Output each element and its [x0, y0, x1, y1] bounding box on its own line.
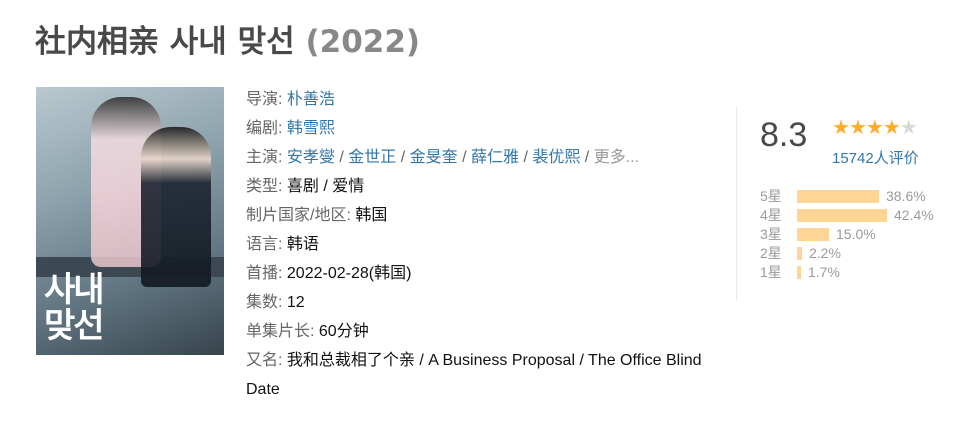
- rating-percent: 15.0%: [836, 226, 876, 242]
- language-label: 语言:: [246, 236, 283, 253]
- rating-stars: ★★★★★: [832, 117, 918, 139]
- cast-row: 主演: 安孝燮 / 金世正 / 金旻奎 / 薛仁雅 / 裴优熙 / 更多...: [246, 143, 706, 172]
- writer-row: 编剧: 韩雪熙: [246, 114, 706, 143]
- rating-level-label: 4星: [760, 207, 782, 223]
- rating-distribution-row: 3星 15.0%: [760, 225, 960, 244]
- cast-separator: /: [519, 149, 533, 166]
- aka-row: 又名: 我和总裁相了个亲 / A Business Proposal / The…: [246, 346, 706, 404]
- writer-link[interactable]: 韩雪熙: [287, 120, 335, 137]
- rating-percent: 1.7%: [808, 264, 840, 280]
- cast-link[interactable]: 薛仁雅: [471, 149, 519, 166]
- runtime-label: 单集片长:: [246, 323, 315, 340]
- cast-more-link[interactable]: 更多...: [594, 149, 639, 166]
- episodes-label: 集数:: [246, 294, 283, 311]
- runtime-value: 60分钟: [318, 323, 369, 340]
- writer-label: 编剧:: [246, 120, 283, 137]
- rating-distribution-row: 2星 2.2%: [760, 244, 960, 263]
- rating-percent: 42.4%: [894, 207, 934, 223]
- rating-distribution-row: 1星 1.7%: [760, 263, 960, 282]
- cast-separator: /: [457, 149, 471, 166]
- star-filled-icon: ★: [832, 117, 850, 139]
- rating-level-label: 1星: [760, 264, 782, 280]
- section-divider: [736, 106, 737, 301]
- aka-value: 我和总裁相了个亲 / A Business Proposal / The Off…: [246, 352, 702, 398]
- info-panel: 导演: 朴善浩 编剧: 韩雪熙 主演: 安孝燮 / 金世正 / 金旻奎 / 薛仁…: [246, 85, 706, 404]
- premiere-label: 首播:: [246, 265, 283, 282]
- star-filled-icon: ★: [848, 117, 867, 139]
- rating-bar: [797, 190, 879, 203]
- episodes-value: 12: [286, 294, 305, 311]
- country-value: 韩国: [355, 207, 388, 224]
- rating-percent: 38.6%: [886, 188, 926, 204]
- rating-distribution: 5星 38.6% 4星 42.4% 3星 15.0% 2星 2.2% 1星 1.7%: [760, 187, 960, 282]
- genre-value: 喜剧 / 爱情: [286, 178, 365, 195]
- rating-bar: [797, 228, 829, 241]
- rating-level-label: 3星: [760, 226, 782, 242]
- rating-percent: 2.2%: [809, 245, 841, 261]
- rating-bar: [797, 209, 887, 222]
- cast-link[interactable]: 金世正: [348, 149, 396, 166]
- title-name: 社内相亲 사내 맞선: [35, 24, 295, 60]
- cast-label: 主演:: [246, 149, 283, 166]
- director-label: 导演:: [246, 91, 283, 108]
- star-filled-icon: ★: [865, 117, 884, 139]
- cast-link[interactable]: 裴优熙: [532, 149, 580, 166]
- rating-bar: [797, 247, 802, 260]
- cast-separator: /: [396, 149, 410, 166]
- title-year: (2022): [305, 24, 421, 60]
- rating-bar: [797, 266, 801, 279]
- director-row: 导演: 朴善浩: [246, 85, 706, 114]
- country-row: 制片国家/地区: 韩国: [246, 201, 706, 230]
- rating-distribution-row: 5星 38.6%: [760, 187, 960, 206]
- star-filled-icon: ★: [882, 117, 901, 139]
- rating-level-label: 2星: [760, 245, 782, 261]
- poster-overlay-title: 사내 맞선: [44, 270, 105, 346]
- episodes-row: 集数: 12: [246, 288, 706, 317]
- votes-link[interactable]: 15742人评价: [832, 147, 919, 168]
- cast-link[interactable]: 安孝燮: [287, 149, 335, 166]
- poster-figure-man: [141, 127, 211, 287]
- language-value: 韩语: [286, 236, 319, 253]
- cast-separator: /: [580, 149, 594, 166]
- premiere-value: 2022-02-28(韩国): [286, 265, 412, 282]
- genre-row: 类型: 喜剧 / 爱情: [246, 172, 706, 201]
- rating-score: 8.3: [760, 116, 808, 154]
- cast-separator: /: [334, 149, 349, 166]
- language-row: 语言: 韩语: [246, 230, 706, 259]
- country-label: 制片国家/地区:: [246, 207, 351, 224]
- director-link[interactable]: 朴善浩: [287, 91, 335, 108]
- poster-image[interactable]: 사내 맞선: [36, 87, 224, 355]
- rating-distribution-row: 4星 42.4%: [760, 206, 960, 225]
- cast-link[interactable]: 金旻奎: [410, 149, 458, 166]
- genre-label: 类型:: [246, 178, 283, 195]
- star-empty-icon: ★: [899, 117, 918, 139]
- runtime-row: 单集片长: 60分钟: [246, 317, 706, 346]
- page-title: 社内相亲 사내 맞선 (2022): [35, 20, 420, 64]
- rating-level-label: 5星: [760, 188, 782, 204]
- premiere-row: 首播: 2022-02-28(韩国): [246, 259, 706, 288]
- aka-label: 又名:: [246, 352, 283, 369]
